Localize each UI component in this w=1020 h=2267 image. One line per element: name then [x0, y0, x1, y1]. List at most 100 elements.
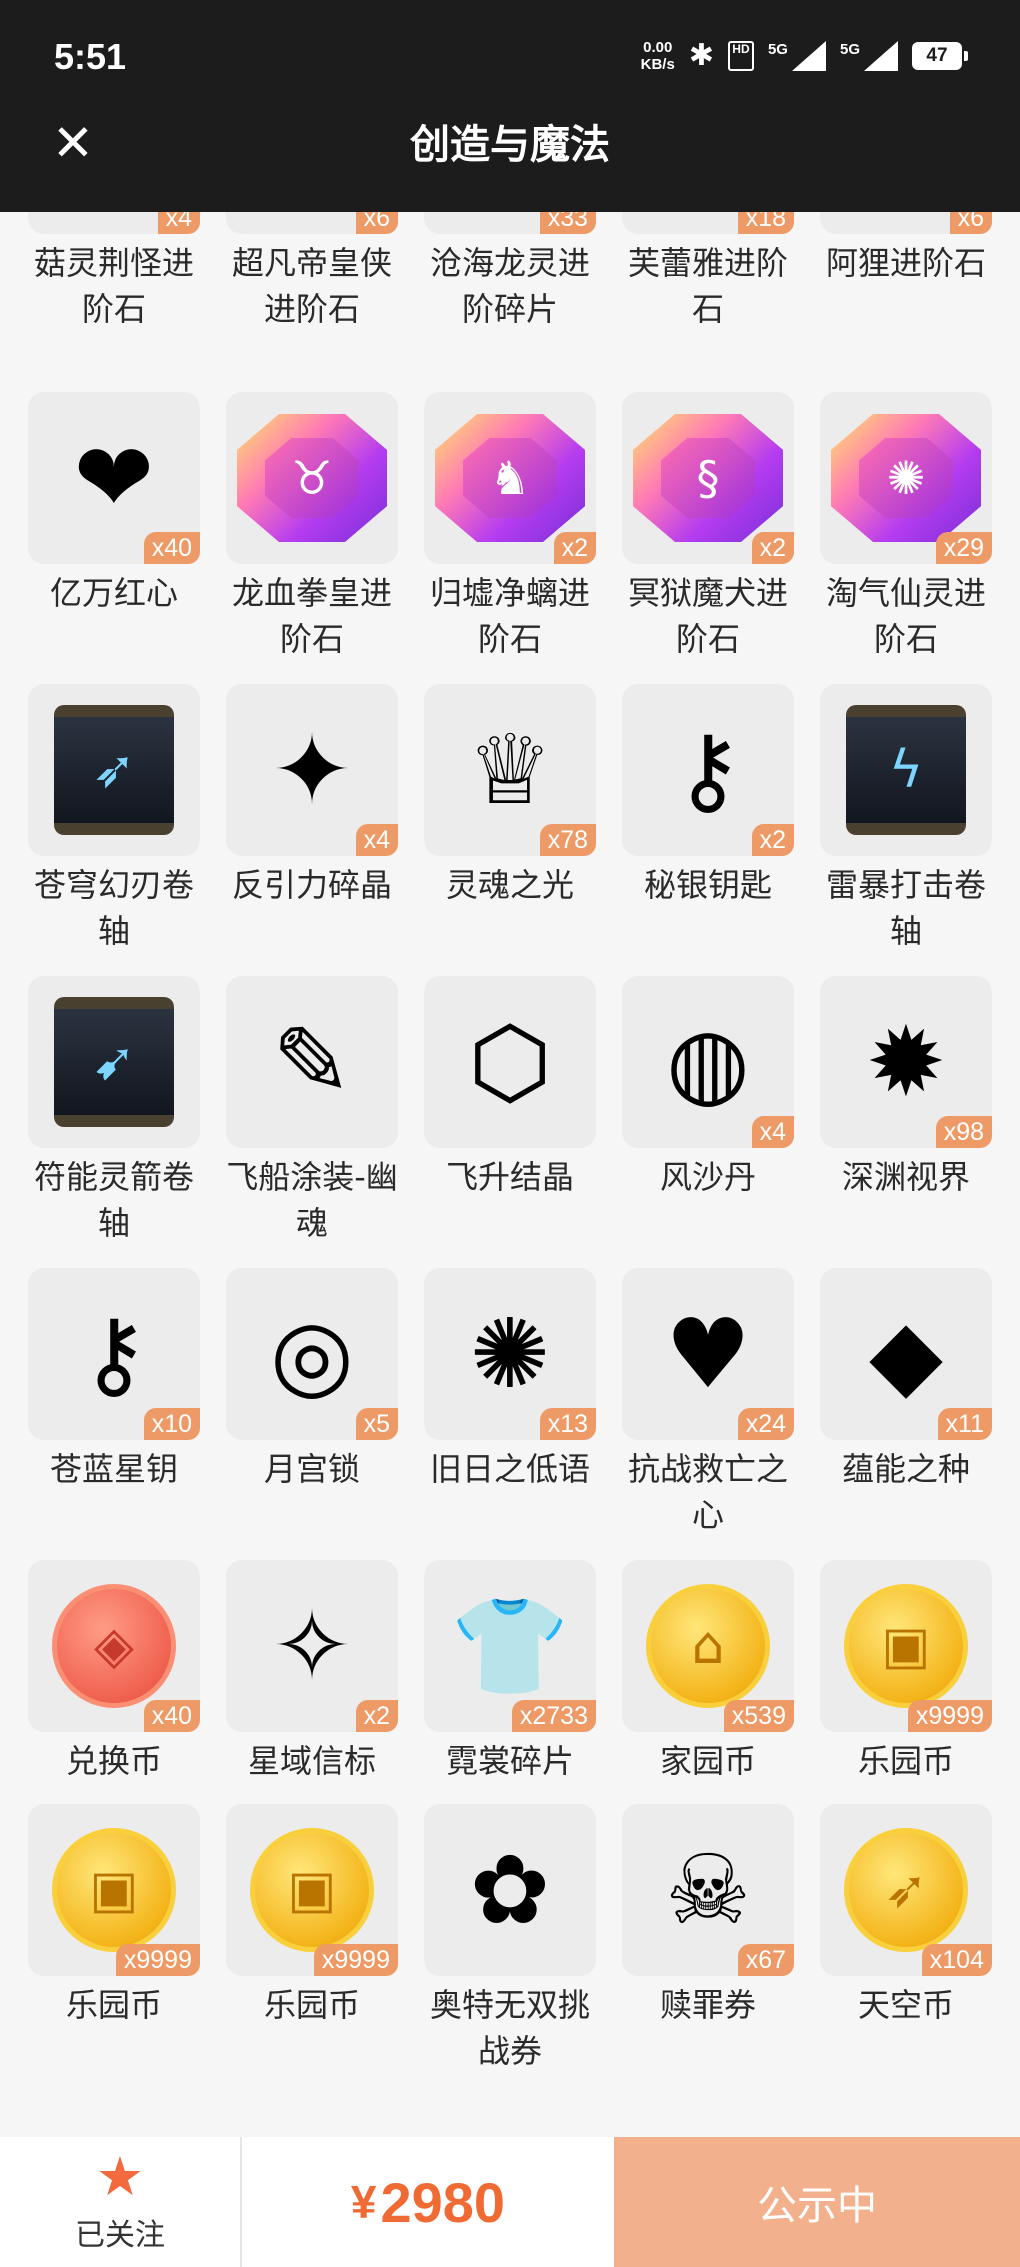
item-icon: ☠ [664, 1834, 752, 1946]
grid-item[interactable]: ☠ x67 赎罪券 [618, 1804, 798, 2028]
announce-button[interactable]: 公示中 [614, 2137, 1020, 2267]
item-name: 阿狸进阶石 [825, 244, 986, 282]
grid-item[interactable]: ➶ x104 天空币 [816, 1804, 996, 2028]
grid-item[interactable]: ☾x6 阿狸进阶石 [816, 212, 996, 286]
count-badge: x2 [751, 532, 794, 564]
item-thumbnail: ✹ x98 [820, 976, 992, 1148]
item-thumbnail: ⚷ x10 [28, 1268, 200, 1440]
grid-item[interactable]: ▣ x9999 乐园币 [24, 1804, 204, 2028]
signal-label: 5G [839, 40, 860, 58]
grid-item[interactable]: ◆ x11 蕴能之种 [816, 1268, 996, 1492]
grid-item[interactable]: ✦ x4 反引力碎晶 [222, 684, 402, 908]
count-badge: x98 [935, 1116, 992, 1148]
item-icon: ⚷ [672, 714, 744, 826]
grid-item[interactable]: ◈ x40 兑换币 [24, 1560, 204, 1784]
coin-icon: ➶ [844, 1828, 968, 1952]
grid-item[interactable]: ♒x33 沧海龙灵进阶碎片 [420, 212, 600, 332]
follow-button[interactable]: ★ 已关注 [0, 2137, 242, 2267]
grid-item[interactable]: ♉ 龙血拳皇进阶石 [222, 392, 402, 662]
grid-item[interactable]: ✹ x98 深渊视界 [816, 976, 996, 1200]
count-badge: x2 [355, 1700, 398, 1732]
price: ¥ 2980 [242, 2137, 614, 2267]
grid-item[interactable]: ✧ x2 星域信标 [222, 1560, 402, 1784]
grid-item[interactable]: ◎ x5 月宫锁 [222, 1268, 402, 1492]
item-thumbnail: ◍ x4 [622, 976, 794, 1148]
net-speed-value: 0.00 [643, 38, 673, 56]
item-thumbnail: ◆ x11 [820, 1268, 992, 1440]
item-icon: ◎ [270, 1298, 354, 1410]
item-icon: ⬡ [468, 1006, 552, 1118]
grid-item[interactable]: ➶ 苍穹幻刃卷轴 [24, 684, 204, 954]
count-badge: x18 [737, 212, 794, 234]
star-icon: ★ [95, 2145, 145, 2208]
grid-item[interactable]: ♞ x2 归墟净螭进阶石 [420, 392, 600, 662]
count-badge: x104 [921, 1944, 992, 1976]
count-badge: x33 [539, 212, 596, 234]
grid-item[interactable]: ⌂ x539 家园币 [618, 1560, 798, 1784]
item-thumbnail: ✦ x4 [226, 684, 398, 856]
item-name: 亿万红心 [49, 574, 178, 612]
grid-item[interactable]: ⚷ x10 苍蓝星钥 [24, 1268, 204, 1492]
item-thumbnail: ♞ x2 [424, 392, 596, 564]
grid-item[interactable]: ♥ x24 抗战救亡之心 [618, 1268, 798, 1538]
grid-item[interactable]: ✎ 飞船涂装-幽魂 [222, 976, 402, 1246]
count-badge: x5 [355, 1408, 398, 1440]
item-icon: ♕ [466, 714, 554, 826]
item-thumbnail: ♒x33 [424, 212, 596, 234]
count-badge: x6 [949, 212, 992, 234]
signal-bars-icon [864, 40, 898, 71]
grid-item[interactable]: ⬡ 飞升结晶 [420, 976, 600, 1200]
item-thumbnail: ♥ x24 [622, 1268, 794, 1440]
count-badge: x40 [143, 532, 200, 564]
item-icon: ❤ [73, 422, 155, 534]
grid-item[interactable]: ❤ x40 亿万红心 [24, 392, 204, 616]
item-name: 奥特无双挑战券 [429, 1986, 590, 2070]
grid-item[interactable]: ❀x18 芙蕾雅进阶石 [618, 212, 798, 332]
grid-item[interactable]: ✺ x13 旧日之低语 [420, 1268, 600, 1492]
grid-item[interactable]: ♆x4 菇灵荆怪进阶石 [24, 212, 204, 332]
item-thumbnail: ♉ [226, 392, 398, 564]
grid-item[interactable]: ➹ 符能灵箭卷轴 [24, 976, 204, 1246]
gem-icon: ♞ [435, 414, 585, 542]
grid-item[interactable]: ♛x6 超凡帝皇侠进阶石 [222, 212, 402, 332]
item-name: 芙蕾雅进阶石 [627, 244, 788, 328]
title-bar: ✕ 创造与魔法 [0, 118, 1020, 212]
gem-icon: ♉ [237, 414, 387, 542]
item-name: 苍蓝星钥 [49, 1450, 178, 1488]
grid-item[interactable]: ✺ x29 淘气仙灵进阶石 [816, 392, 996, 662]
item-name: 家园币 [659, 1742, 756, 1780]
grid-item[interactable]: 👕 x2733 霓裳碎片 [420, 1560, 600, 1784]
item-thumbnail: ✿ [424, 1804, 596, 1976]
item-thumbnail: 👕 x2733 [424, 1560, 596, 1732]
signal-icon: 5G [839, 40, 898, 71]
item-thumbnail: ❤ x40 [28, 392, 200, 564]
grid-item[interactable]: ◍ x4 风沙丹 [618, 976, 798, 1200]
grid-item[interactable]: ϟ 雷暴打击卷轴 [816, 684, 996, 954]
item-name: 归墟净螭进阶石 [429, 574, 590, 658]
follow-label: 已关注 [75, 2218, 165, 2253]
item-name: 龙血拳皇进阶石 [231, 574, 392, 658]
item-name: 秘银钥匙 [643, 866, 772, 904]
item-icon: ✦ [271, 714, 353, 826]
item-thumbnail: ✺ x13 [424, 1268, 596, 1440]
grid-item[interactable]: ♕ x78 灵魂之光 [420, 684, 600, 908]
item-name: 旧日之低语 [429, 1450, 590, 1488]
grid-item[interactable]: ▣ x9999 乐园币 [816, 1560, 996, 1784]
net-speed-unit: KB/s [640, 55, 675, 73]
count-badge: x4 [355, 824, 398, 856]
grid-item[interactable]: ▣ x9999 乐园币 [222, 1804, 402, 2028]
gem-emblem-icon: § [661, 438, 755, 518]
item-icon: ✹ [865, 1006, 947, 1118]
coin-icon: ⌂ [646, 1584, 770, 1708]
grid-item[interactable]: ✿ 奥特无双挑战券 [420, 1804, 600, 2074]
item-thumbnail: ◎ x5 [226, 1268, 398, 1440]
item-thumbnail: ♕ x78 [424, 684, 596, 856]
item-thumbnail: ✎ [226, 976, 398, 1148]
item-name: 灵魂之光 [445, 866, 574, 904]
coin-icon: ▣ [52, 1828, 176, 1952]
grid-item[interactable]: § x2 冥狱魔犬进阶石 [618, 392, 798, 662]
status-icons: 0.00 KB/s ✱ HD 5G 5G 47 [640, 38, 968, 73]
item-thumbnail: ϟ [820, 684, 992, 856]
item-icon: ✿ [469, 1834, 551, 1946]
grid-item[interactable]: ⚷ x2 秘银钥匙 [618, 684, 798, 908]
